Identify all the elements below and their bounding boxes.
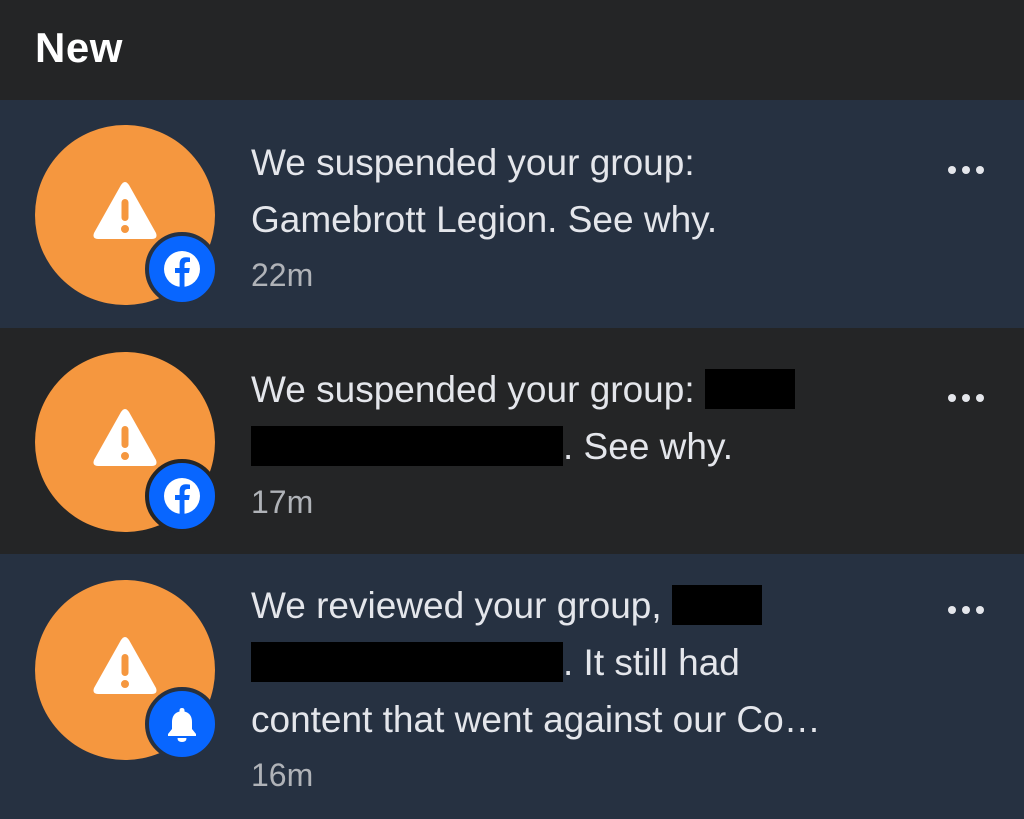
notification-text: We suspended your group: Gamebrott Legio… (251, 134, 931, 302)
notification-avatar (35, 125, 219, 306)
redaction-bar (671, 585, 762, 626)
bell-badge (145, 687, 219, 761)
notification-text: We reviewed your group, . It still had c… (251, 577, 931, 802)
notification-line: . See why. (563, 426, 734, 467)
notification-line: We reviewed your group, (251, 585, 662, 626)
redaction-bar (251, 426, 563, 467)
notification-avatar (35, 352, 219, 533)
facebook-icon (164, 251, 200, 287)
notification-time: 17m (251, 484, 314, 520)
notification-time: 16m (251, 757, 314, 793)
notification-text: We suspended your group: . See why. 17m (251, 361, 931, 529)
notifications-page: New We suspended your group: Gamebrott L… (0, 0, 1024, 819)
notification-time: 22m (251, 257, 314, 293)
notification-line: We suspended your group: (251, 142, 695, 183)
notification-line: . It still had (563, 642, 740, 683)
more-options-icon[interactable] (944, 158, 988, 182)
redaction-bar (704, 369, 795, 410)
facebook-icon (164, 478, 200, 514)
bell-icon (168, 708, 196, 742)
warning-icon (93, 182, 157, 239)
more-options-icon[interactable] (944, 386, 988, 410)
notification-item[interactable]: We suspended your group: Gamebrott Legio… (0, 100, 1024, 328)
notification-line: Gamebrott Legion. See why. (251, 199, 718, 240)
notification-item[interactable]: We suspended your group: . See why. 17m (0, 328, 1024, 554)
notification-avatar (35, 580, 219, 761)
facebook-badge (145, 459, 219, 533)
notification-item[interactable]: We reviewed your group, . It still had c… (0, 554, 1024, 819)
redaction-bar (251, 642, 563, 683)
more-options-icon[interactable] (944, 598, 988, 622)
notification-line: We suspended your group: (251, 369, 695, 410)
section-title: New (35, 24, 123, 71)
warning-icon (93, 409, 157, 466)
section-header: New (0, 0, 1024, 100)
warning-icon (93, 637, 157, 694)
facebook-badge (145, 232, 219, 306)
notification-line: content that went against our Co… (251, 699, 821, 740)
